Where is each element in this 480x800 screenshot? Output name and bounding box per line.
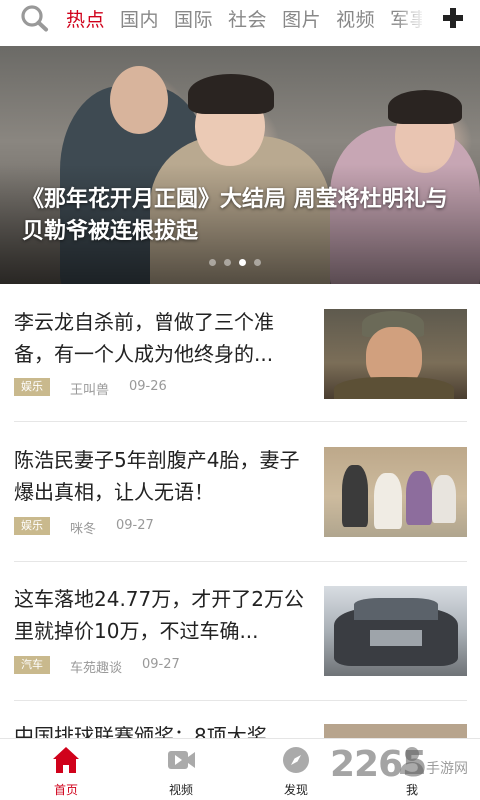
nav-label: 发现 xyxy=(283,783,308,797)
thumb-car-windshield xyxy=(354,598,438,620)
tab-hot[interactable]: 热点 xyxy=(66,5,105,32)
thumb-child-2 xyxy=(374,473,402,529)
category-tag: 娱乐 xyxy=(14,378,50,396)
news-date: 09-27 xyxy=(142,657,180,672)
nav-discover[interactable]: 发现 xyxy=(266,739,326,800)
thumb-child-3 xyxy=(406,471,432,525)
nav-video[interactable]: 视频 xyxy=(151,739,211,800)
news-item[interactable]: 这车落地24.77万，才开了2万公里就掉价10万，不过车确... 汽车 车苑趣谈… xyxy=(0,583,480,711)
carousel-dot[interactable] xyxy=(224,259,231,266)
news-thumbnail[interactable] xyxy=(324,724,467,738)
news-item[interactable]: 中国排球联赛颁奖：8项大奖汇... xyxy=(0,720,480,738)
news-thumbnail[interactable] xyxy=(324,586,467,676)
tabs-fade xyxy=(396,0,426,36)
tab-pictures[interactable]: 图片 xyxy=(282,5,321,32)
carousel-dot[interactable] xyxy=(209,259,216,266)
top-bar: 热点 国内 国际 社会 图片 视频 军事 xyxy=(0,0,480,36)
thumb-car-grille xyxy=(370,630,422,646)
plus-icon[interactable] xyxy=(440,2,466,32)
tab-society[interactable]: 社会 xyxy=(228,5,267,32)
news-date: 09-26 xyxy=(129,379,167,394)
search-icon[interactable] xyxy=(20,4,50,32)
video-icon xyxy=(168,751,195,769)
tab-domestic[interactable]: 国内 xyxy=(120,5,159,32)
news-item[interactable]: 李云龙自杀前，曾做了三个准备，有一个人成为他终身的... 娱乐 王叫兽 09-2… xyxy=(0,306,480,434)
divider xyxy=(14,700,467,701)
category-tag: 汽车 xyxy=(14,656,50,674)
banner-hair-center xyxy=(188,74,274,114)
watermark-text: 手游网 xyxy=(426,761,468,777)
news-source: 咪冬 xyxy=(70,522,97,537)
divider xyxy=(14,421,467,422)
news-title[interactable]: 陈浩民妻子5年剖腹产4胎，妻子爆出真相，让人无语！ xyxy=(14,444,304,508)
nav-label: 视频 xyxy=(168,783,193,797)
news-item[interactable]: 陈浩民妻子5年剖腹产4胎，妻子爆出真相，让人无语！ 娱乐 咪冬 09-27 xyxy=(0,444,480,572)
banner-face-left xyxy=(110,66,168,134)
news-source: 车苑趣谈 xyxy=(70,661,123,676)
nav-home[interactable]: 首页 xyxy=(36,739,96,800)
banner-carousel[interactable]: 《那年花开月正圆》大结局 周莹将杜明礼与贝勒爷被连根拔起 xyxy=(0,46,480,284)
news-title[interactable]: 这车落地24.77万，才开了2万公里就掉价10万，不过车确... xyxy=(14,583,304,647)
category-tag: 娱乐 xyxy=(14,517,50,535)
nav-label: 首页 xyxy=(53,783,78,797)
news-thumbnail[interactable] xyxy=(324,309,467,399)
news-source: 王叫兽 xyxy=(70,383,110,398)
banner-title[interactable]: 《那年花开月正圆》大结局 周莹将杜明礼与贝勒爷被连根拔起 xyxy=(22,184,462,248)
tab-video[interactable]: 视频 xyxy=(336,5,375,32)
news-title[interactable]: 李云龙自杀前，曾做了三个准备，有一个人成为他终身的... xyxy=(14,306,304,370)
home-icon xyxy=(53,747,79,773)
news-thumbnail[interactable] xyxy=(324,447,467,537)
banner-hair-right xyxy=(388,90,462,124)
carousel-dots xyxy=(209,259,261,266)
divider xyxy=(14,561,467,562)
carousel-dot[interactable] xyxy=(254,259,261,266)
carousel-dot-active[interactable] xyxy=(239,259,246,266)
thumb-body xyxy=(334,377,454,399)
compass-icon xyxy=(283,747,309,773)
thumb-child-4 xyxy=(432,475,456,523)
watermark: 2265 手游网 xyxy=(330,744,478,790)
category-tabs: 热点 国内 国际 社会 图片 视频 军事 xyxy=(66,0,422,36)
tab-international[interactable]: 国际 xyxy=(174,5,213,32)
news-title[interactable]: 中国排球联赛颁奖：8项大奖汇... xyxy=(14,720,304,738)
thumb-child-1 xyxy=(342,465,368,527)
news-date: 09-27 xyxy=(116,518,154,533)
watermark-number: 2265 xyxy=(330,744,427,785)
